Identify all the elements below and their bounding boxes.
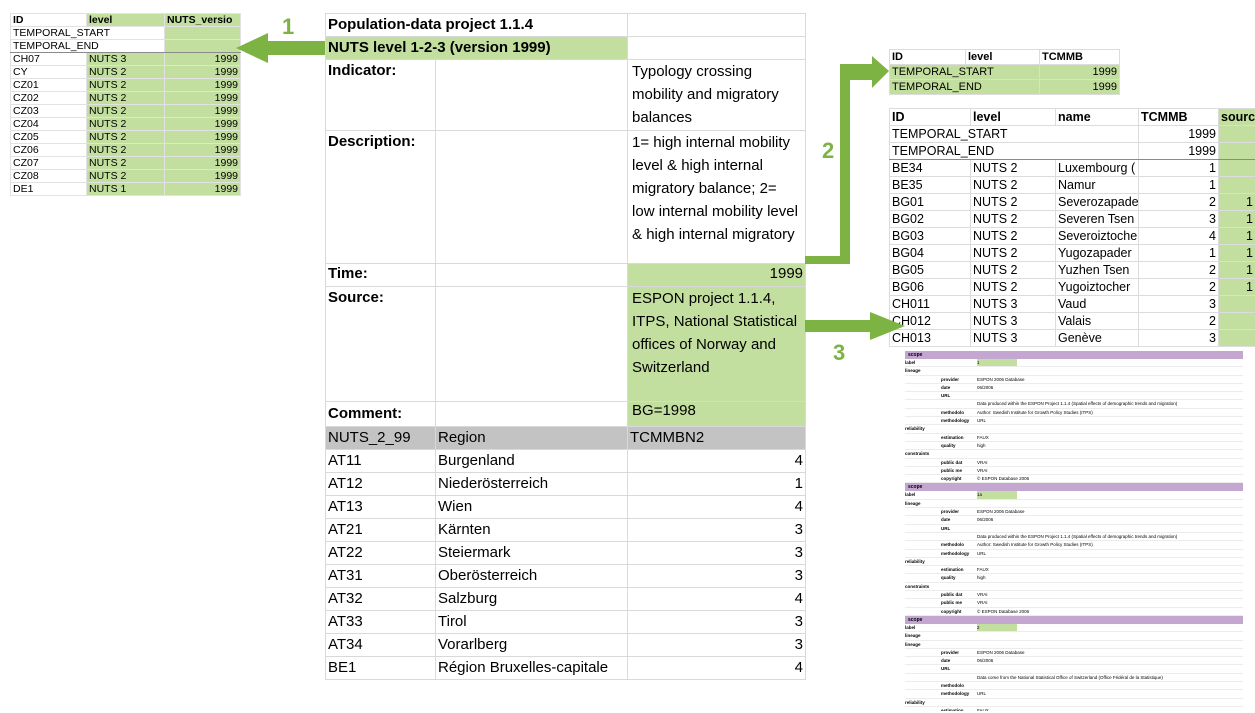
callout-number: 1 (282, 14, 295, 39)
flow-arrows (236, 33, 905, 340)
callout-number: 2 (822, 138, 835, 163)
arrow-1 (236, 33, 325, 63)
callout-number: 3 (833, 340, 846, 365)
arrow-2 (805, 56, 889, 264)
arrow-3 (805, 312, 905, 340)
